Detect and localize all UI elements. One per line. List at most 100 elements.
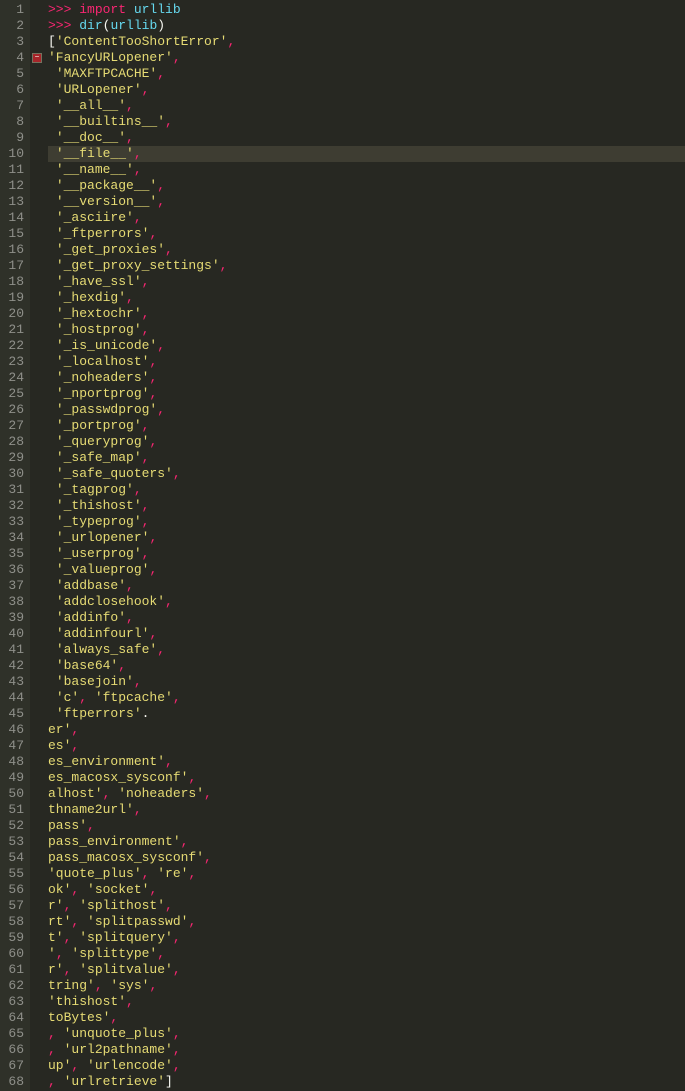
code-line[interactable]: '__file__', (48, 146, 685, 162)
code-line[interactable]: 'quote_plus', 're', (48, 866, 685, 882)
code-line[interactable]: 'c', 'ftpcache', (48, 690, 685, 706)
code-line[interactable]: alhost', 'noheaders', (48, 786, 685, 802)
token-comma: , (64, 898, 80, 913)
code-line[interactable]: '__doc__', (48, 130, 685, 146)
code-line[interactable]: 'URLopener', (48, 82, 685, 98)
code-line[interactable]: 'FancyURLopener', (48, 50, 685, 66)
code-line[interactable]: es_environment', (48, 754, 685, 770)
code-line[interactable]: 'addbase', (48, 578, 685, 594)
indent (48, 338, 56, 353)
code-line[interactable]: '__all__', (48, 98, 685, 114)
line-number: 68 (4, 1074, 24, 1090)
token-comma: , (134, 674, 142, 689)
code-line[interactable]: '_passwdprog', (48, 402, 685, 418)
code-line[interactable]: ', 'splittype', (48, 946, 685, 962)
code-line[interactable]: er', (48, 722, 685, 738)
code-line[interactable]: 'ftperrors'. (48, 706, 685, 722)
line-number: 52 (4, 818, 24, 834)
token-string: 'thishost' (48, 994, 126, 1009)
code-line[interactable]: '_safe_map', (48, 450, 685, 466)
code-line[interactable]: '_valueprog', (48, 562, 685, 578)
code-line[interactable]: 'always_safe', (48, 642, 685, 658)
code-line[interactable]: '__package__', (48, 178, 685, 194)
code-line[interactable]: '_have_ssl', (48, 274, 685, 290)
code-line[interactable]: r', 'splitvalue', (48, 962, 685, 978)
line-number: 51 (4, 802, 24, 818)
code-line[interactable]: '_localhost', (48, 354, 685, 370)
line-number: 29 (4, 450, 24, 466)
token-func: dir (79, 18, 102, 33)
code-line[interactable]: pass_macosx_sysconf', (48, 850, 685, 866)
code-line[interactable]: es', (48, 738, 685, 754)
token-comma: , (134, 210, 142, 225)
code-line[interactable]: ok', 'socket', (48, 882, 685, 898)
code-line[interactable]: '_safe_quoters', (48, 466, 685, 482)
code-line[interactable]: toBytes', (48, 1010, 685, 1026)
code-line[interactable]: '_get_proxy_settings', (48, 258, 685, 274)
line-number: 17 (4, 258, 24, 274)
line-number: 39 (4, 610, 24, 626)
code-line[interactable]: '_get_proxies', (48, 242, 685, 258)
code-line[interactable]: 'addinfourl', (48, 626, 685, 642)
code-line[interactable]: ['ContentTooShortError', (48, 34, 685, 50)
indent (48, 386, 56, 401)
code-line[interactable]: '_noheaders', (48, 370, 685, 386)
code-line[interactable]: up', 'urlencode', (48, 1058, 685, 1074)
code-line[interactable]: 'addinfo', (48, 610, 685, 626)
code-line[interactable]: , 'unquote_plus', (48, 1026, 685, 1042)
code-line[interactable]: '__version__', (48, 194, 685, 210)
code-line[interactable]: 'base64', (48, 658, 685, 674)
code-line[interactable]: >>> import urllib (48, 2, 685, 18)
code-line[interactable]: 'addclosehook', (48, 594, 685, 610)
code-line[interactable]: , 'urlretrieve'] (48, 1074, 685, 1090)
fold-marker-icon[interactable]: − (32, 53, 42, 63)
code-line[interactable]: pass_environment', (48, 834, 685, 850)
indent (48, 418, 56, 433)
token-string: '_urlopener' (56, 530, 150, 545)
token-string: '_tagprog' (56, 482, 134, 497)
code-line[interactable]: '_is_unicode', (48, 338, 685, 354)
indent (48, 146, 56, 161)
code-line[interactable]: '_tagprog', (48, 482, 685, 498)
token-string: 'splittype' (71, 946, 157, 961)
token-string: ' (48, 946, 56, 961)
code-area[interactable]: >>> import urllib>>> dir(urllib)['Conten… (44, 0, 685, 1091)
indent (48, 66, 56, 81)
code-line[interactable]: '_asciire', (48, 210, 685, 226)
code-editor[interactable]: 1234567891011121314151617181920212223242… (0, 0, 685, 1091)
code-line[interactable]: t', 'splitquery', (48, 930, 685, 946)
code-line[interactable]: '_nportprog', (48, 386, 685, 402)
code-line[interactable]: pass', (48, 818, 685, 834)
code-line[interactable]: thname2url', (48, 802, 685, 818)
code-line[interactable]: 'basejoin', (48, 674, 685, 690)
code-line[interactable]: '_portprog', (48, 418, 685, 434)
code-line[interactable]: '_thishost', (48, 498, 685, 514)
code-line[interactable]: 'thishost', (48, 994, 685, 1010)
code-line[interactable]: 'MAXFTPCACHE', (48, 66, 685, 82)
code-line[interactable]: '_typeprog', (48, 514, 685, 530)
code-line[interactable]: '__name__', (48, 162, 685, 178)
indent (48, 466, 56, 481)
indent (48, 706, 56, 721)
line-number: 24 (4, 370, 24, 386)
code-line[interactable]: '_hostprog', (48, 322, 685, 338)
line-number: 64 (4, 1010, 24, 1026)
token-comma: , (64, 962, 80, 977)
code-line[interactable]: '_urlopener', (48, 530, 685, 546)
indent (48, 434, 56, 449)
token-string: '__package__' (56, 178, 157, 193)
code-line[interactable]: '_ftperrors', (48, 226, 685, 242)
code-line[interactable]: '_hexdig', (48, 290, 685, 306)
code-line[interactable]: es_macosx_sysconf', (48, 770, 685, 786)
token-comma: , (188, 914, 196, 929)
token-string: 'addclosehook' (56, 594, 165, 609)
code-line[interactable]: rt', 'splitpasswd', (48, 914, 685, 930)
code-line[interactable]: >>> dir(urllib) (48, 18, 685, 34)
code-line[interactable]: '_hextochr', (48, 306, 685, 322)
code-line[interactable]: tring', 'sys', (48, 978, 685, 994)
code-line[interactable]: , 'url2pathname', (48, 1042, 685, 1058)
code-line[interactable]: r', 'splithost', (48, 898, 685, 914)
code-line[interactable]: '__builtins__', (48, 114, 685, 130)
code-line[interactable]: '_queryprog', (48, 434, 685, 450)
code-line[interactable]: '_userprog', (48, 546, 685, 562)
